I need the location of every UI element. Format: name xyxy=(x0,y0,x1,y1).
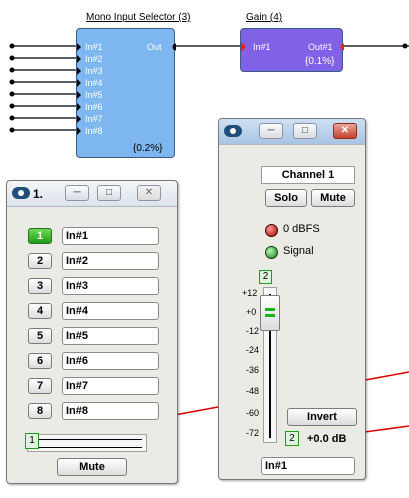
input-select-button-7[interactable]: 7 xyxy=(28,378,52,394)
selector-titlebar[interactable]: 1. ─ □ ✕ xyxy=(7,181,177,207)
input-name-field[interactable]: In#8 xyxy=(62,402,159,420)
signal-label: Signal xyxy=(283,245,314,257)
mono-pin-label: In#6 xyxy=(85,102,103,112)
gain-fader-handle[interactable] xyxy=(260,295,280,331)
clip-indicator-led xyxy=(265,224,278,237)
input-name-field[interactable]: In#3 xyxy=(62,277,159,295)
scale-label: -60 xyxy=(246,408,260,418)
input-select-button-8[interactable]: 8 xyxy=(28,403,52,419)
scale-label: +12 xyxy=(242,288,258,298)
scale-label: -72 xyxy=(246,428,260,438)
close-button[interactable]: ✕ xyxy=(137,185,161,201)
solo-button[interactable]: Solo xyxy=(265,189,307,207)
gain-value-box[interactable]: 2 xyxy=(285,431,299,446)
input-select-button-2[interactable]: 2 xyxy=(28,253,52,269)
gain-block-title: Gain (4) xyxy=(246,12,283,23)
gain-in-label: In#1 xyxy=(253,42,271,52)
scale-label: +0 xyxy=(246,307,257,317)
mono-out-label: Out xyxy=(147,42,162,52)
input-wire-ends xyxy=(9,43,15,133)
slider-track xyxy=(36,447,142,448)
clip-label: 0 dBFS xyxy=(283,223,320,235)
gain-out-label: Out#1 xyxy=(308,42,333,52)
input-wires xyxy=(12,45,76,131)
selector-control-window: 1. ─ □ ✕ 1 In#1 2 In#2 3 In#3 4 In#4 5 I… xyxy=(6,180,178,484)
selector-window-title: 1. xyxy=(33,187,44,201)
input-name-field[interactable]: In#2 xyxy=(62,252,159,270)
channel-label: Channel 1 xyxy=(261,166,355,184)
gain-block[interactable]: In#1 Out#1 {0.1%} xyxy=(240,28,344,72)
input-select-button-4[interactable]: 4 xyxy=(28,303,52,319)
scale-label: -36 xyxy=(246,365,260,375)
input-name-field[interactable]: In#4 xyxy=(62,302,159,320)
input-name-field[interactable]: In#7 xyxy=(62,377,159,395)
fader-grip xyxy=(265,314,275,317)
scale-label: -48 xyxy=(246,386,260,396)
maximize-button[interactable]: □ xyxy=(293,123,317,139)
selector-slider[interactable] xyxy=(27,434,147,452)
input-name-field[interactable]: In#1 xyxy=(62,227,159,245)
fader-grip xyxy=(265,308,275,311)
signal-indicator-led xyxy=(265,246,278,259)
maximize-button[interactable]: □ xyxy=(97,185,121,201)
fader-top-value: 2 xyxy=(259,270,272,284)
mono-pin-label: In#5 xyxy=(85,90,103,100)
mono-pin-label: In#7 xyxy=(85,114,103,124)
mute-button[interactable]: Mute xyxy=(311,189,355,207)
scale-label: -12 xyxy=(246,326,260,336)
slider-track xyxy=(36,439,142,440)
mono-block-title: Mono Input Selector (3) xyxy=(86,12,191,23)
input-select-button-1[interactable]: 1 xyxy=(28,228,52,244)
input-select-button-6[interactable]: 6 xyxy=(28,353,52,369)
gain-titlebar[interactable]: ─ □ ✕ xyxy=(219,119,365,145)
mono-pin-label: In#8 xyxy=(85,126,103,136)
minimize-button[interactable]: ─ xyxy=(259,123,283,139)
gain-input-name-field[interactable]: In#1 xyxy=(261,457,355,475)
mute-button[interactable]: Mute xyxy=(57,458,127,476)
mono-percent: {0.2%} xyxy=(133,143,163,154)
gain-control-window: ─ □ ✕ Channel 1 Solo Mute 0 dBFS Signal … xyxy=(218,118,366,480)
gain-readout: +0.0 dB xyxy=(307,433,347,445)
mono-pin-label: In#4 xyxy=(85,78,103,88)
mono-input-selector-block[interactable]: In#1 In#2 In#3 In#4 In#5 In#6 In#7 In#8 … xyxy=(76,28,176,158)
app-logo-icon xyxy=(12,187,30,199)
input-name-field[interactable]: In#5 xyxy=(62,327,159,345)
input-select-button-5[interactable]: 5 xyxy=(28,328,52,344)
invert-button[interactable]: Invert xyxy=(287,408,357,426)
gain-percent: {0.1%} xyxy=(305,56,335,67)
close-button[interactable]: ✕ xyxy=(333,123,357,139)
input-select-button-3[interactable]: 3 xyxy=(28,278,52,294)
minimize-button[interactable]: ─ xyxy=(65,185,89,201)
scale-label: -24 xyxy=(246,345,260,355)
mono-pin-label: In#3 xyxy=(85,66,103,76)
input-name-field[interactable]: In#6 xyxy=(62,352,159,370)
mono-pin-label: In#1 xyxy=(85,42,103,52)
slider-value-box[interactable]: 1 xyxy=(25,433,39,449)
mono-pin-label: In#2 xyxy=(85,54,103,64)
app-logo-icon xyxy=(224,125,242,137)
